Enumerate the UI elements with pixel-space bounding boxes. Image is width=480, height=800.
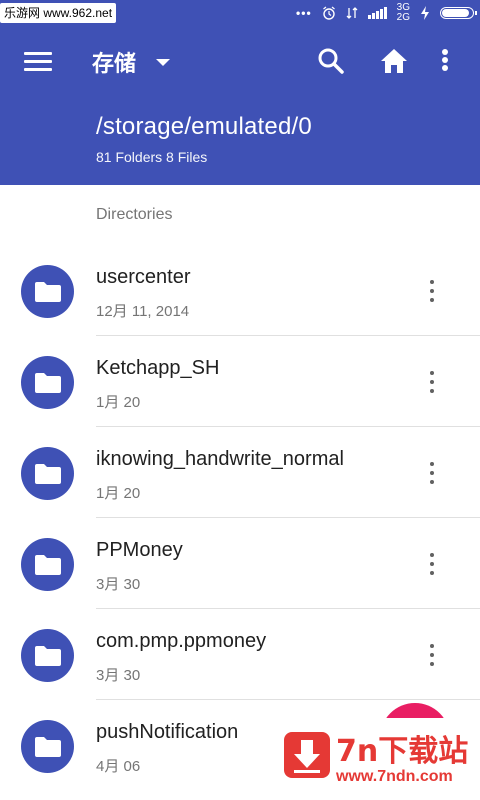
folder-date: 3月 30 [96,667,141,684]
current-path: /storage/emulated/0 [96,113,312,140]
item-more-button[interactable] [420,277,444,305]
list-item[interactable]: Ketchapp_SH 1月 20 [0,336,480,427]
item-more-button[interactable] [420,550,444,578]
search-button[interactable] [314,44,348,78]
folder-name: pushNotification [96,721,239,743]
data-transfer-icon [346,7,358,19]
search-icon [318,48,344,74]
battery-level-fill [442,9,469,17]
folder-name: Ketchapp_SH [96,357,220,379]
folder-avatar [21,629,74,682]
alarm-icon [322,6,335,20]
watermark-text: 乐游网 www.962.net [0,3,117,23]
chevron-down-icon [156,58,171,66]
folder-name: com.pmp.ppmoney [96,630,267,652]
folder-avatar [21,356,74,409]
folder-name: usercenter [96,266,191,288]
page-title: 存储 [92,52,137,77]
folder-name: iknowing_handwrite_normal [96,448,344,470]
section-header: Directories [96,206,173,223]
list-item[interactable]: PPMoney 3月 30 [0,518,480,609]
folder-avatar [21,720,74,773]
network-type-label: 3G 2G [396,2,410,23]
list-item[interactable]: com.pmp.ppmoney 3月 30 [0,609,480,700]
folder-file-count: 81 Folders 8 Files [96,149,208,165]
signal-strength-icon [367,7,387,19]
app-bar: 存储 /storage/emulated/0 81 Folders 8 File… [0,26,480,185]
folder-icon [34,463,61,484]
folder-icon [34,281,61,302]
watermark-logo-url: www.7ndn.com [336,768,453,785]
menu-icon [24,52,52,55]
folder-date: 4月 06 [96,758,141,775]
folder-icon [34,736,61,757]
folder-name: PPMoney [96,539,183,561]
notification-dots-icon: ••• [296,6,312,20]
home-icon [381,49,407,73]
watermark-logo: 7n下载站 www.7ndn.com [270,718,480,800]
folder-date: 3月 30 [96,576,141,593]
folder-avatar [21,265,74,318]
folder-date: 1月 20 [96,394,141,411]
status-bar: 乐游网 www.962.net ••• 3G 2G [0,0,480,26]
folder-avatar [21,447,74,500]
home-button[interactable] [377,44,411,78]
storage-selector[interactable]: 存储 [92,46,171,78]
list-item[interactable]: usercenter 12月 11, 2014 [0,245,480,336]
folder-date: 12月 11, 2014 [96,303,190,320]
charging-icon [421,6,429,20]
item-more-button[interactable] [420,368,444,396]
folder-icon [34,645,61,666]
item-more-button[interactable] [420,459,444,487]
menu-button[interactable] [24,52,52,72]
folder-date: 1月 20 [96,485,141,502]
folder-icon [34,554,61,575]
download-logo-icon [284,732,330,778]
folder-avatar [21,538,74,591]
battery-icon [440,7,477,19]
more-options-button[interactable] [433,44,457,78]
more-vert-icon [442,49,448,71]
list-item[interactable]: iknowing_handwrite_normal 1月 20 [0,427,480,518]
status-icons: ••• 3G 2G [296,2,477,23]
watermark-logo-title: 7n下载站 [336,734,469,769]
item-more-button[interactable] [420,641,444,669]
folder-icon [34,372,61,393]
